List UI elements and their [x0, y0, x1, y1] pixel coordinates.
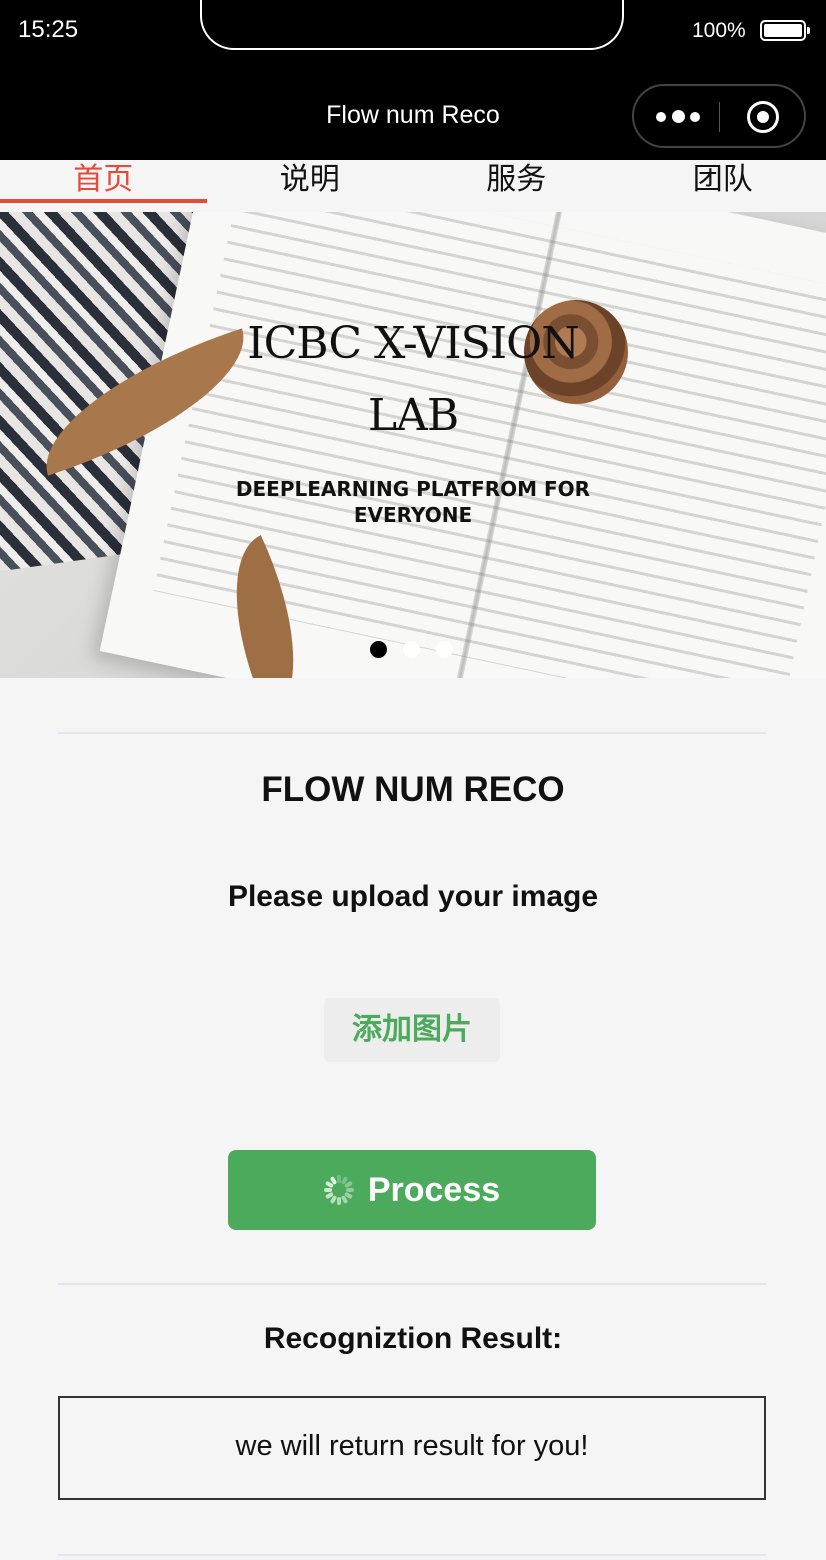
upload-prompt: Please upload your image [227, 880, 599, 913]
divider [58, 1554, 766, 1556]
result-box: we will return result for you! [58, 1396, 766, 1500]
loading-spinner-icon [323, 1175, 354, 1205]
divider [58, 732, 766, 734]
mini-program-capsule [632, 84, 806, 148]
banner-subtitle-line: EVERYONE [353, 503, 473, 527]
device-notch [200, 0, 624, 50]
carousel-dot[interactable] [370, 641, 387, 658]
add-image-button[interactable]: 添加图片 [324, 998, 500, 1062]
banner-title: ICBC X-VISION LAB [0, 308, 826, 452]
status-time: 15:25 [18, 16, 79, 43]
tab-bar: 首页 说明 服务 团队 [0, 160, 826, 212]
banner-title-line: ICBC X-VISION [247, 318, 580, 369]
process-button[interactable]: Process [228, 1150, 596, 1230]
battery-percent: 100% [692, 19, 746, 42]
banner-subtitle: DEEPLEARNING PLATFROM FOR EVERYONE [0, 476, 826, 528]
carousel-indicator [370, 641, 460, 659]
tab-instructions[interactable]: 说明 [207, 160, 414, 212]
process-button-label: Process [367, 1170, 501, 1209]
more-dots-icon[interactable] [656, 110, 700, 124]
target-circle-icon[interactable] [747, 101, 779, 133]
banner-carousel[interactable]: ICBC X-VISION LAB DEEPLEARNING PLATFROM … [0, 212, 826, 678]
result-heading: Recogniztion Result: [263, 1322, 563, 1355]
spinner-tick [323, 1188, 332, 1192]
banner-title-line: LAB [367, 390, 459, 441]
carousel-dot[interactable] [436, 641, 453, 658]
top-bar: 15:25 100% Flow num Reco [0, 0, 826, 160]
section-title: FLOW NUM RECO [261, 770, 565, 809]
tab-services[interactable]: 服务 [413, 160, 620, 212]
divider [58, 1283, 766, 1285]
banner-subtitle-line: DEEPLEARNING PLATFROM FOR [235, 477, 591, 501]
tab-team[interactable]: 团队 [620, 160, 826, 212]
tab-home[interactable]: 首页 [0, 160, 207, 212]
carousel-dot[interactable] [403, 641, 420, 658]
capsule-divider [719, 102, 720, 132]
spinner-tick [336, 1197, 341, 1205]
battery-icon [760, 20, 810, 41]
